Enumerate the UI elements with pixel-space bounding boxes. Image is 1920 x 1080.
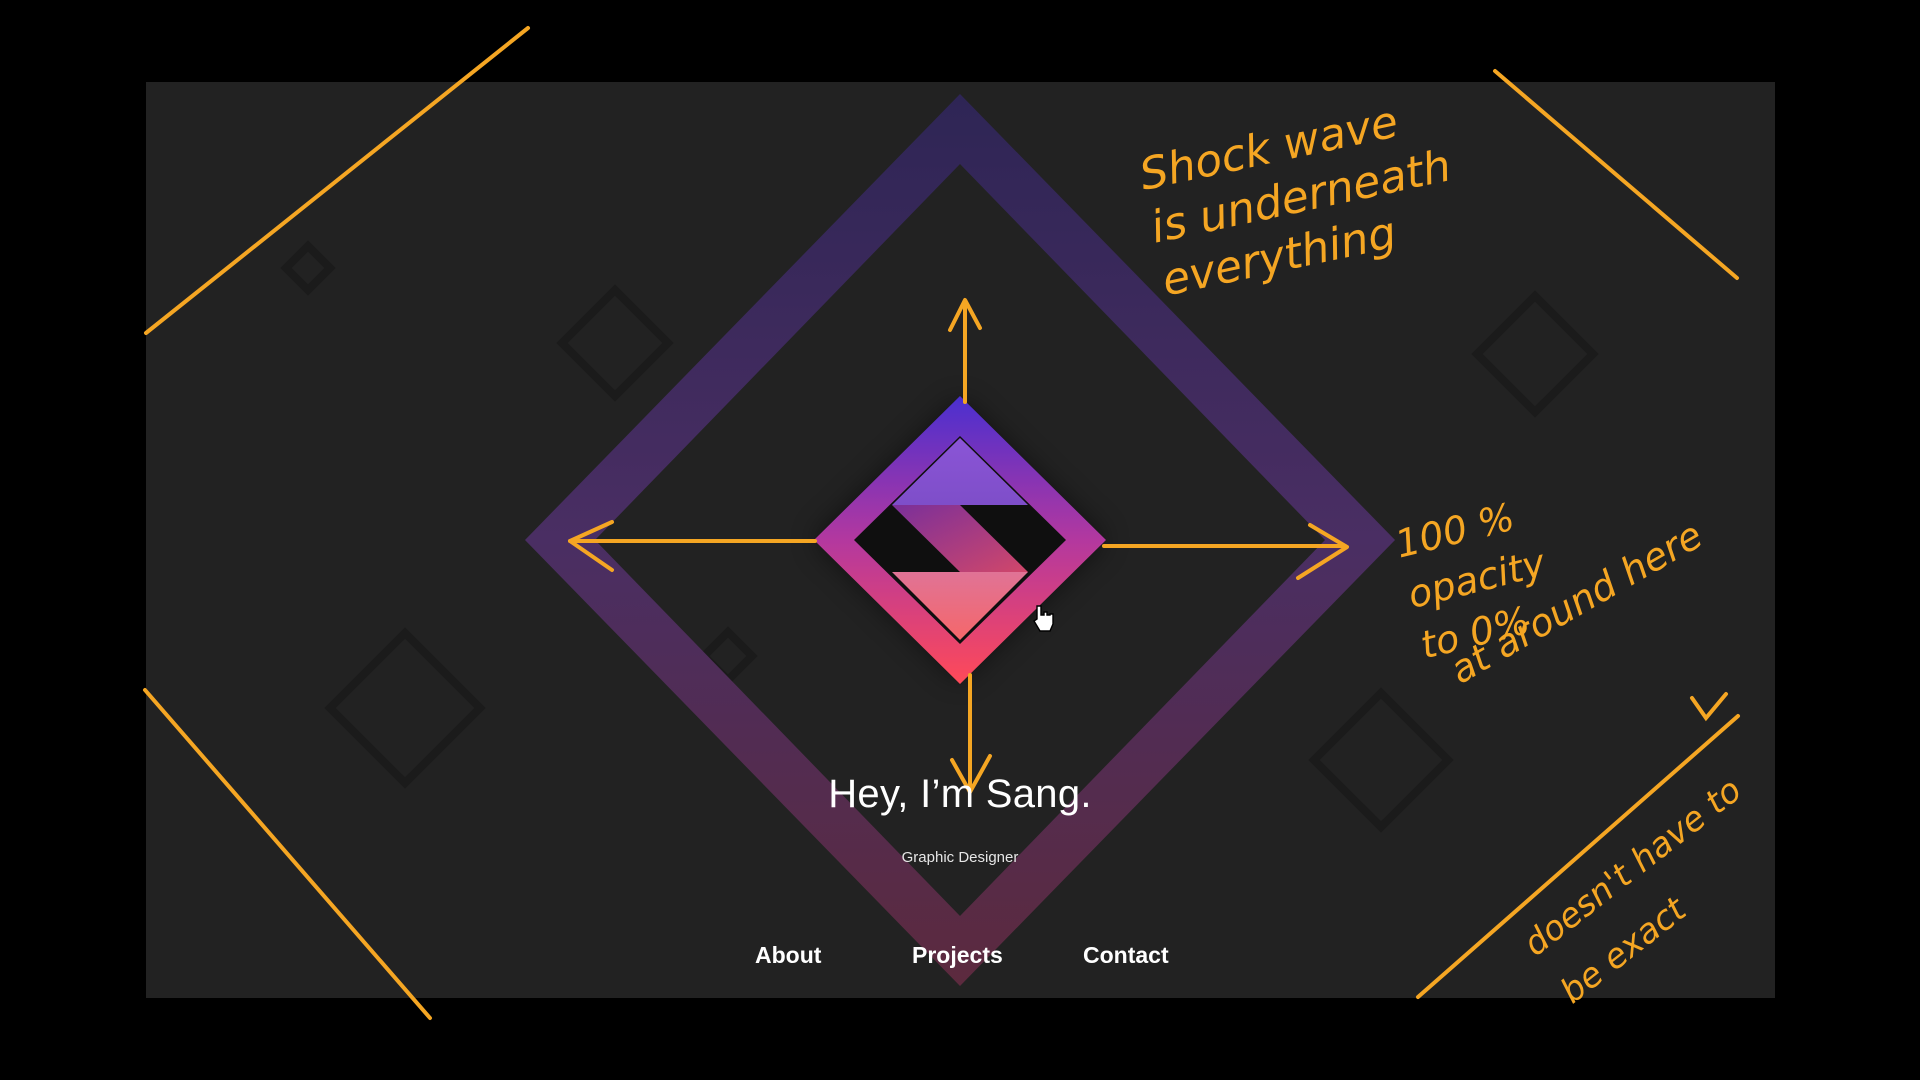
hero-headline: Hey, I’m Sang. (828, 772, 1092, 816)
hero-subtitle: Graphic Designer (901, 849, 1019, 866)
pointer-cursor-icon (1033, 605, 1054, 632)
nav-link-contact[interactable]: Contact (1083, 942, 1169, 969)
nav-link-about[interactable]: About (755, 942, 821, 969)
nav-link-projects[interactable]: Projects (912, 942, 1003, 969)
